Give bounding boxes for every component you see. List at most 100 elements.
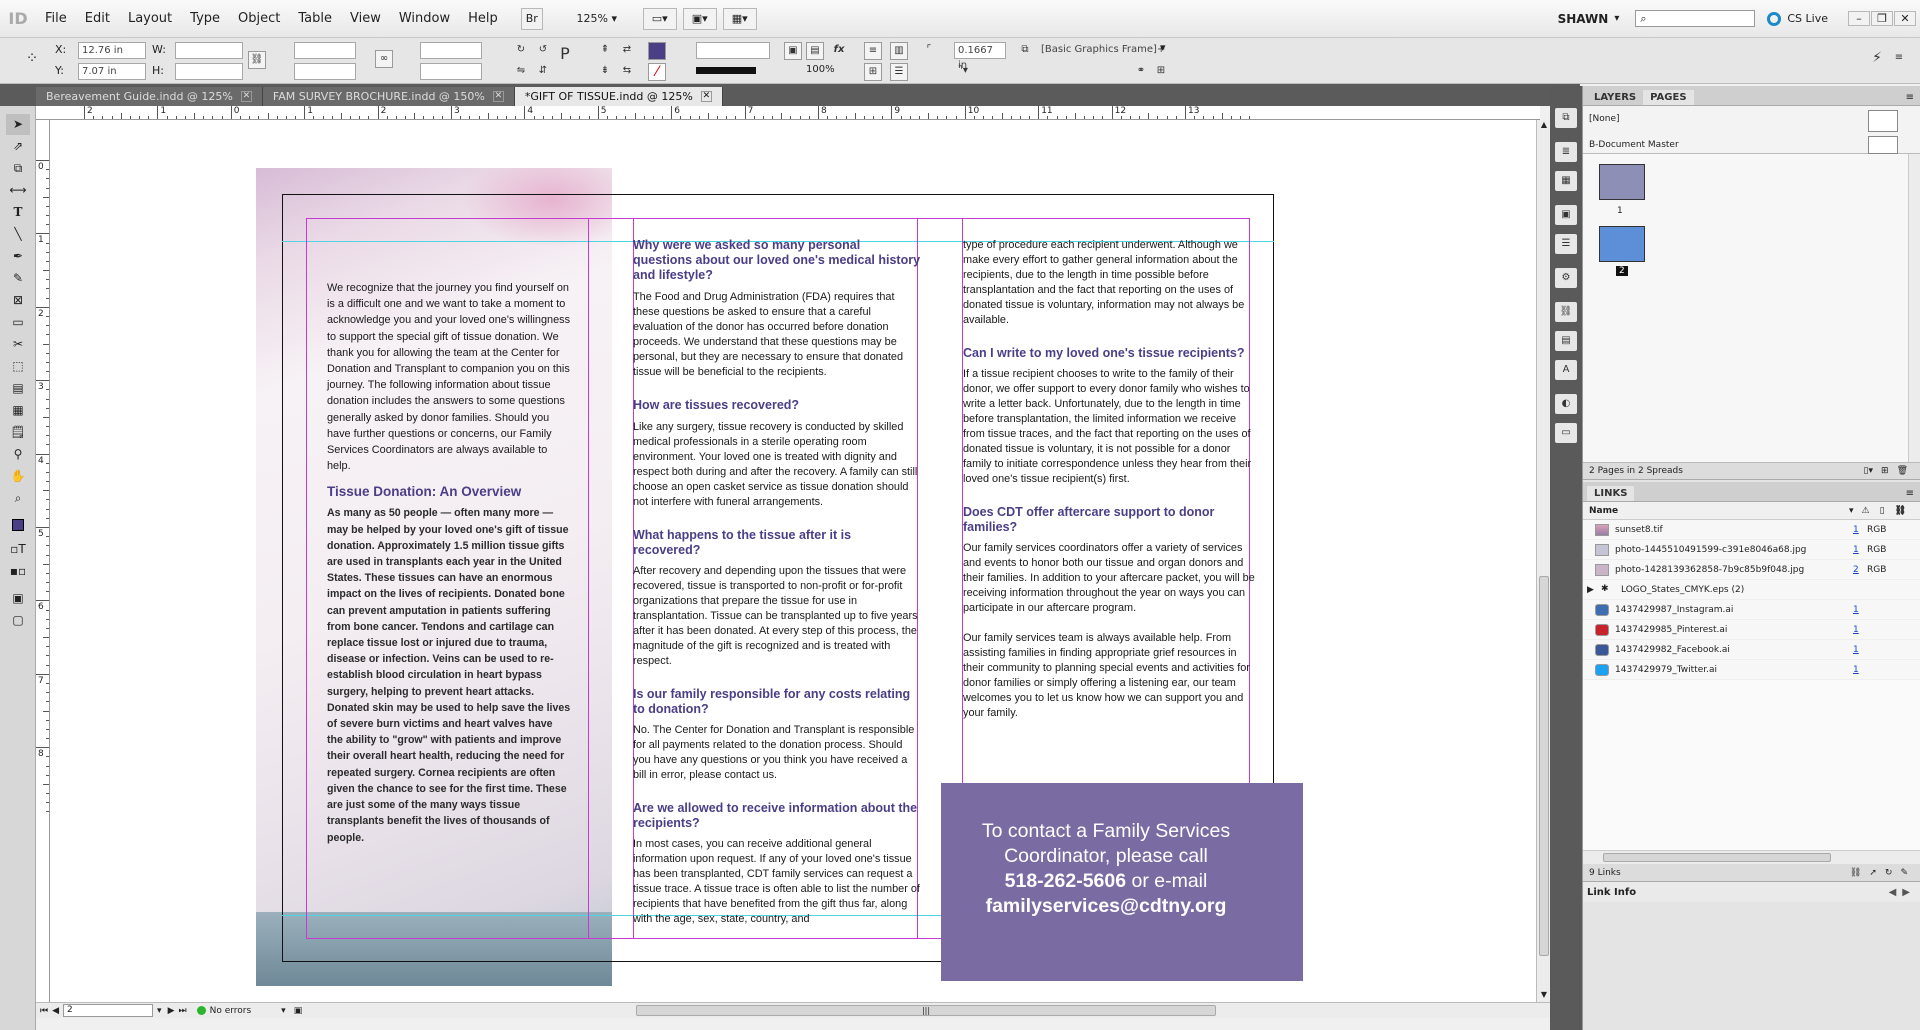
next-page-icon[interactable]: ▶ [168,1006,175,1016]
rotation-field[interactable] [420,42,482,59]
flip-v-icon[interactable]: ⇵ [534,63,552,81]
tab-bereavement-guide[interactable]: Bereavement Guide.indd @ 125% ✕ [36,87,263,106]
open-folder-icon[interactable]: ▣ [294,1006,303,1016]
page-2-thumb[interactable] [1599,226,1645,262]
formatting-affects-container-icon[interactable]: ▫T [6,539,30,560]
edit-original-icon[interactable]: ✎ [1900,868,1908,878]
effects-fx-icon[interactable]: fx [830,42,848,60]
restore-button[interactable]: ❐ [1871,11,1893,26]
none-master-thumb[interactable] [1868,110,1898,132]
first-page-icon[interactable]: ⏮ [40,1006,48,1016]
zoom-select[interactable]: 125% ▾ [565,8,629,30]
search-input[interactable]: ⌕ [1635,10,1756,27]
gradient-panel-icon[interactable]: ▭ [1555,423,1577,443]
close-window-button[interactable]: ✕ [1894,11,1916,26]
effects-panel-icon[interactable]: ⚙ [1555,268,1577,288]
zoom-tool-icon[interactable]: ⌕ [6,488,30,509]
arrange-documents-button[interactable]: ▦▾ [722,7,757,30]
fill-swatch[interactable] [648,42,666,60]
page-1-thumb[interactable] [1599,164,1645,200]
link-row[interactable]: 1437429987_Instagram.ai 1 [1583,600,1920,620]
x-field[interactable]: 12.76 in [78,42,146,59]
apply-color-icon[interactable]: ▪▫ [6,561,30,582]
layers-panel-icon[interactable]: ▤ [1555,331,1577,351]
tab-fam-survey[interactable]: FAM SURVEY BROCHURE.indd @ 150% ✕ [262,87,515,106]
menu-window[interactable]: Window [390,11,459,26]
screen-mode-button[interactable]: ▣▾ [682,7,717,30]
link-row[interactable]: photo-1428139362858-7b9c85b9f048.jpg 2 RGB [1583,560,1920,580]
close-tab-icon[interactable]: ✕ [700,91,712,102]
document-master[interactable]: B-Document Master [1589,140,1679,150]
tab-links[interactable]: LINKS [1587,486,1635,501]
swatches-panel-icon[interactable]: ▦ [1555,171,1577,191]
pencil-tool-icon[interactable]: ✎ [6,268,30,289]
delete-page-icon[interactable]: 🗑 [1897,466,1908,476]
tab-gift-of-tissue[interactable]: *GIFT OF TISSUE.indd @ 125% ✕ [514,87,723,106]
tab-layers[interactable]: LAYERS [1587,90,1643,105]
horizontal-scroll-thumb[interactable]: ||| [636,1005,1216,1016]
distribute-icon[interactable]: ⊞ [864,63,882,81]
page-column-icon[interactable]: ▯ [1880,506,1885,516]
close-tab-icon[interactable]: ✕ [492,91,504,102]
fit-frame-icon[interactable]: ▤ [806,42,824,60]
rectangle-frame-tool-icon[interactable]: ⊠ [6,290,30,311]
shear-field[interactable] [420,63,482,80]
distribute-space-icon[interactable]: ☰ [890,63,908,81]
scale-x-field[interactable] [294,42,356,59]
pages-panel-icon[interactable]: ⧉ [1555,108,1577,128]
scale-y-field[interactable] [294,63,356,80]
user-dropdown-icon[interactable]: ▾ [1614,13,1619,24]
opacity-value[interactable]: 100% [806,64,835,75]
link-row[interactable]: photo-1445510491599-c391e8046a68.jpg 1 RGB [1583,540,1920,560]
links-name-column[interactable]: Name [1589,506,1618,516]
selection-tool-icon[interactable]: ➤ [6,114,30,135]
link-row[interactable]: 1437429985_Pinterest.ai 1 [1583,620,1920,640]
width-field[interactable] [175,42,243,59]
pages-scrollbar[interactable] [1908,154,1920,462]
edit-page-size-icon[interactable]: ▯▾ [1864,466,1873,476]
page-dropdown-icon[interactable]: ▾ [157,1006,162,1016]
update-link-icon[interactable]: ↻ [1885,868,1893,878]
stroke-swatch[interactable]: ⁄ [648,63,666,81]
align-left-icon[interactable]: ≡ [864,42,882,60]
view-mode-icon[interactable]: ▣ [6,588,30,609]
corner-shape-icon[interactable]: ⌝▾ [954,63,972,81]
vertical-scrollbar[interactable]: ▲ ▼ [1536,120,1550,1002]
status-column-icon[interactable]: ⚠ [1862,506,1870,516]
fit-content-icon[interactable]: ▣ [784,42,802,60]
align-center-icon[interactable]: ▥ [890,42,908,60]
object-style-dropdown-icon[interactable]: ▾ [1160,41,1166,54]
menu-file[interactable]: File [36,11,76,26]
link-row[interactable]: sunset8.tif 1 RGB [1583,520,1920,540]
menu-type[interactable]: Type [181,11,229,26]
path-icon[interactable]: P [556,46,574,64]
text-wrap-panel-icon[interactable]: ☰ [1555,234,1577,254]
select-container-icon[interactable]: ⇞ [596,42,614,60]
direct-selection-tool-icon[interactable]: ⇗ [6,136,30,157]
stroke-type-preview[interactable] [696,67,756,74]
close-tab-icon[interactable]: ✕ [240,91,252,102]
reference-point-icon[interactable]: ⁘ [20,50,44,72]
menu-table[interactable]: Table [289,11,341,26]
link-row[interactable]: ▶ ✱ LOGO_States_CMYK.eps (2) [1583,580,1920,600]
eyedropper-tool-icon[interactable]: ⚲ [6,444,30,465]
view-options-button[interactable]: ▭▾ [642,7,677,30]
previous-link-icon[interactable]: ◀ [1889,887,1897,898]
link-row[interactable]: 1437429979_Twitter.ai 1 [1583,660,1920,680]
new-page-icon[interactable]: ⊞ [1881,466,1889,476]
quick-apply-icon[interactable]: ⚡ [1868,50,1886,68]
contact-box[interactable]: To contact a Family Services Coordinator… [941,783,1303,981]
rotate-ccw-icon[interactable]: ↺ [534,42,552,60]
screen-mode-icon[interactable]: ▢ [6,610,30,631]
page-tool-icon[interactable]: ⧉ [6,158,30,179]
none-master[interactable]: [None] [1589,114,1620,124]
text-frame-col3[interactable]: type of procedure each recipient underwe… [963,238,1255,721]
gradient-feather-tool-icon[interactable]: ▦ [6,400,30,421]
tab-pages[interactable]: PAGES [1643,90,1694,105]
height-field[interactable] [175,63,243,80]
line-tool-icon[interactable]: ╲ [6,224,30,245]
previous-page-icon[interactable]: ◀ [52,1006,59,1016]
text-frame-col2[interactable]: Why were we asked so many personal quest… [633,238,921,927]
rotate-cw-icon[interactable]: ↻ [512,42,530,60]
object-styles-panel-icon[interactable]: ▣ [1555,205,1577,225]
